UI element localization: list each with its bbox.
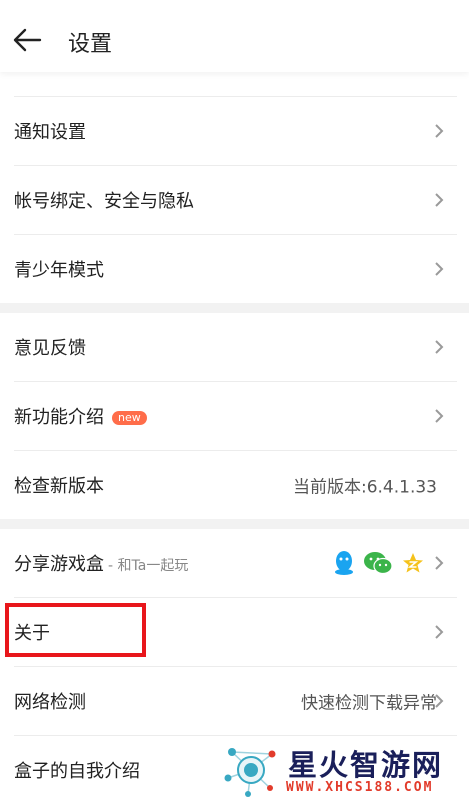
settings-item-network[interactable]: 网络检测 快速检测下载异常 xyxy=(0,667,469,735)
chevron-right-icon xyxy=(435,694,444,708)
wechat-icon[interactable] xyxy=(363,550,393,576)
settings-item-account[interactable]: 帐号绑定、安全与隐私 xyxy=(0,166,469,234)
settings-item-share[interactable]: 分享游戏盒 - 和Ta一起玩 xyxy=(0,529,469,597)
highlight-box xyxy=(5,603,146,657)
settings-item-label: 网络检测 xyxy=(14,692,86,713)
share-text: 分享游戏盒 xyxy=(14,554,104,575)
watermark-logo-icon xyxy=(224,748,276,797)
watermark-url: WWW.XHCS188.COM xyxy=(286,780,434,795)
chevron-right-icon xyxy=(435,193,444,207)
arrow-left-icon xyxy=(13,28,42,52)
settings-item-label: 盒子的自我介绍 xyxy=(14,761,140,782)
settings-item-teen[interactable]: 青少年模式 xyxy=(0,235,469,303)
version-value: 当前版本:6.4.1.33 xyxy=(292,477,437,498)
chevron-right-icon xyxy=(435,625,444,639)
settings-item-label: 新功能介绍 new xyxy=(14,403,147,429)
qq-icon[interactable] xyxy=(333,550,355,576)
chevron-right-icon xyxy=(435,340,444,354)
network-value: 快速检测下载异常 xyxy=(301,693,437,714)
settings-item-label: 分享游戏盒 - 和Ta一起玩 xyxy=(14,550,188,576)
chevron-right-icon xyxy=(435,556,444,570)
watermark-name: 星火智游网 xyxy=(288,748,444,782)
chevron-right-icon xyxy=(435,409,444,423)
settings-item-label: 检查新版本 xyxy=(14,476,104,497)
settings-item-label: 青少年模式 xyxy=(14,260,104,281)
page-title: 设置 xyxy=(68,32,113,57)
settings-item-label: 通知设置 xyxy=(14,122,86,143)
new-badge: new xyxy=(112,411,147,425)
watermark: 星火智游网 WWW.XHCS188.COM xyxy=(218,738,468,800)
qzone-icon[interactable] xyxy=(401,551,425,575)
features-text: 新功能介绍 xyxy=(14,407,104,428)
chevron-right-icon xyxy=(435,262,444,276)
settings-item-check-update[interactable]: 检查新版本 当前版本:6.4.1.33 xyxy=(0,451,469,519)
settings-item-label: 帐号绑定、安全与隐私 xyxy=(14,191,194,212)
settings-item-notify[interactable]: 通知设置 xyxy=(0,97,469,165)
settings-item-features[interactable]: 新功能介绍 new xyxy=(0,382,469,450)
chevron-right-icon xyxy=(435,124,444,138)
back-button[interactable] xyxy=(10,24,46,56)
settings-item-label: 意见反馈 xyxy=(14,338,86,359)
share-icons xyxy=(333,550,425,576)
app-header: 设置 xyxy=(0,0,469,72)
settings-item-feedback[interactable]: 意见反馈 xyxy=(0,313,469,381)
share-subtitle: - 和Ta一起玩 xyxy=(108,558,189,574)
